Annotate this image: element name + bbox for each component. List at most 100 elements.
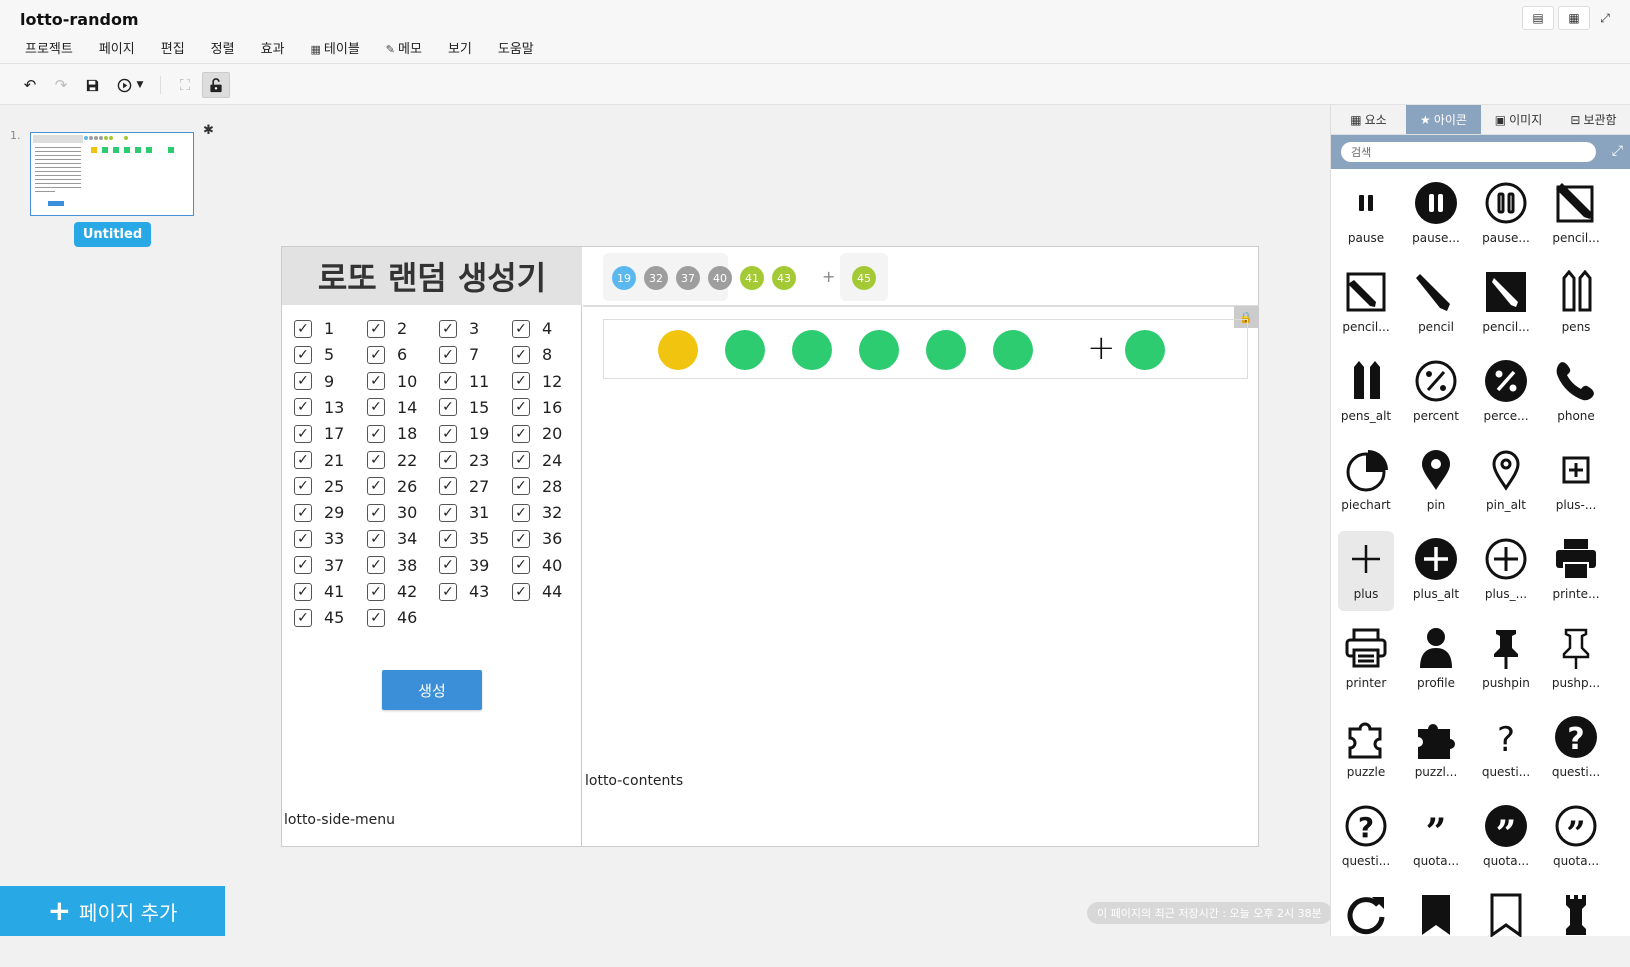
number-option[interactable]: ✓ 8 [512,345,552,364]
number-option[interactable]: ✓ 41 [294,582,344,601]
number-option[interactable]: ✓ 12 [512,372,562,391]
number-option[interactable]: ✓ 5 [294,345,334,364]
checkbox[interactable]: ✓ [294,477,312,496]
number-option[interactable]: ✓ 35 [439,529,489,548]
checkbox[interactable]: ✓ [512,477,530,496]
number-option[interactable]: ✓ 42 [367,582,417,601]
checkbox[interactable]: ✓ [294,451,312,469]
checkbox[interactable]: ✓ [512,424,530,443]
icon-tile[interactable]: plus_alt [1408,531,1464,611]
icon-tile[interactable]: ? questi... [1478,709,1534,789]
icon-tile[interactable]: puzzl... [1408,709,1464,789]
grid-icon[interactable]: ▦ [1558,6,1590,30]
icon-tile[interactable]: pencil [1408,264,1464,344]
number-option[interactable]: ✓ 10 [367,372,417,391]
number-option[interactable]: ✓ 27 [439,477,489,496]
menu-item-2[interactable]: 편집 [148,38,198,57]
icon-tile[interactable]: pushp... [1548,620,1604,700]
checkbox[interactable]: ✓ [512,556,530,575]
number-option[interactable]: ✓ 25 [294,477,344,496]
number-option[interactable]: ✓ 40 [512,556,562,575]
number-option[interactable]: ✓ 36 [512,529,562,548]
icon-tile[interactable]: perce... [1478,353,1534,433]
icon-tile[interactable]: ” quota... [1548,798,1604,878]
icon-tile[interactable]: pencil... [1338,264,1394,344]
checkbox[interactable]: ✓ [512,398,530,417]
expand-icon[interactable]: ⤢ [1594,6,1616,30]
icon-tile[interactable] [1478,887,1534,967]
checkbox[interactable]: ✓ [439,556,457,575]
number-option[interactable]: ✓ 6 [367,345,407,364]
checkbox[interactable]: ✓ [367,398,385,417]
icon-tile[interactable]: phone [1548,353,1604,433]
icon-tile[interactable]: percent [1408,353,1464,433]
panel-tab-2[interactable]: ▣ 이미지 [1481,105,1556,134]
number-option[interactable]: ✓ 28 [512,477,562,496]
icon-tile[interactable]: pause... [1478,175,1534,255]
menu-item-6[interactable]: ✎ 메모 [373,38,435,57]
menu-item-5[interactable]: ▦ 테이블 [298,38,373,57]
number-option[interactable]: ✓ 45 [294,608,344,627]
redo-icon[interactable]: ↷ [47,72,75,98]
panel-tab-3[interactable]: ⊟ 보관함 [1556,105,1630,134]
number-option[interactable]: ✓ 31 [439,503,489,522]
menu-item-0[interactable]: 프로젝트 [12,38,86,57]
checkbox[interactable]: ✓ [439,319,457,338]
number-option[interactable]: ✓ 3 [439,319,479,338]
checkbox[interactable]: ✓ [294,556,312,575]
checkbox[interactable]: ✓ [439,477,457,496]
menu-item-7[interactable]: 보기 [435,38,485,57]
checkbox[interactable]: ✓ [512,319,530,338]
icon-tile[interactable] [1338,887,1394,967]
checkbox[interactable]: ✓ [294,529,312,548]
number-option[interactable]: ✓ 15 [439,398,489,417]
checkbox[interactable]: ✓ [512,503,530,522]
checkbox[interactable]: ✓ [512,529,530,548]
generate-button[interactable]: 생성 [382,670,482,710]
icon-tile[interactable]: printer [1338,620,1394,700]
checkbox[interactable]: ✓ [512,582,530,601]
icon-tile[interactable]: plus-... [1548,442,1604,522]
page-thumbnail[interactable] [30,132,194,216]
checkbox[interactable]: ✓ [294,398,312,417]
expand-icon[interactable]: ⤢ [1612,143,1623,159]
checkbox[interactable]: ✓ [367,556,385,575]
checkbox[interactable]: ✓ [439,424,457,443]
number-option[interactable]: ✓ 11 [439,372,489,391]
number-option[interactable]: ✓ 13 [294,398,344,417]
checkbox[interactable]: ✓ [294,319,312,338]
gear-icon[interactable]: ✱ [203,123,214,138]
checkbox[interactable]: ✓ [367,319,385,338]
number-option[interactable]: ✓ 17 [294,424,344,443]
checkbox[interactable]: ✓ [294,345,312,364]
checkbox[interactable]: ✓ [512,451,530,469]
group-icon[interactable]: ⛶ [171,72,199,98]
number-option[interactable]: ✓ 43 [439,582,489,601]
number-option[interactable]: ✓ 37 [294,556,344,575]
checkbox[interactable]: ✓ [512,372,530,391]
icon-tile[interactable]: ? questi... [1548,709,1604,789]
icon-tile[interactable]: pens [1548,264,1604,344]
icon-tile[interactable]: profile [1408,620,1464,700]
number-option[interactable]: ✓ 18 [367,424,417,443]
checkbox[interactable]: ✓ [439,345,457,364]
number-option[interactable]: ✓ 22 [367,451,417,470]
checkbox[interactable]: ✓ [367,372,385,391]
number-option[interactable]: ✓ 23 [439,451,489,470]
menu-item-8[interactable]: 도움말 [485,38,547,57]
dropdown-caret-icon[interactable]: ▼ [133,72,147,98]
checkbox[interactable]: ✓ [367,451,385,469]
number-option[interactable]: ✓ 16 [512,398,562,417]
menu-item-3[interactable]: 정렬 [198,38,248,57]
checkbox[interactable]: ✓ [439,582,457,601]
number-option[interactable]: ✓ 46 [367,608,417,627]
checkbox[interactable]: ✓ [294,608,312,627]
number-option[interactable]: ✓ 2 [367,319,407,338]
number-option[interactable]: ✓ 7 [439,345,479,364]
add-page-button[interactable]: + 페이지 추가 [0,886,225,936]
icon-tile[interactable]: piechart [1338,442,1394,522]
number-option[interactable]: ✓ 9 [294,372,334,391]
save-icon[interactable] [78,72,106,98]
menu-item-1[interactable]: 페이지 [86,38,148,57]
checkbox[interactable]: ✓ [294,582,312,601]
